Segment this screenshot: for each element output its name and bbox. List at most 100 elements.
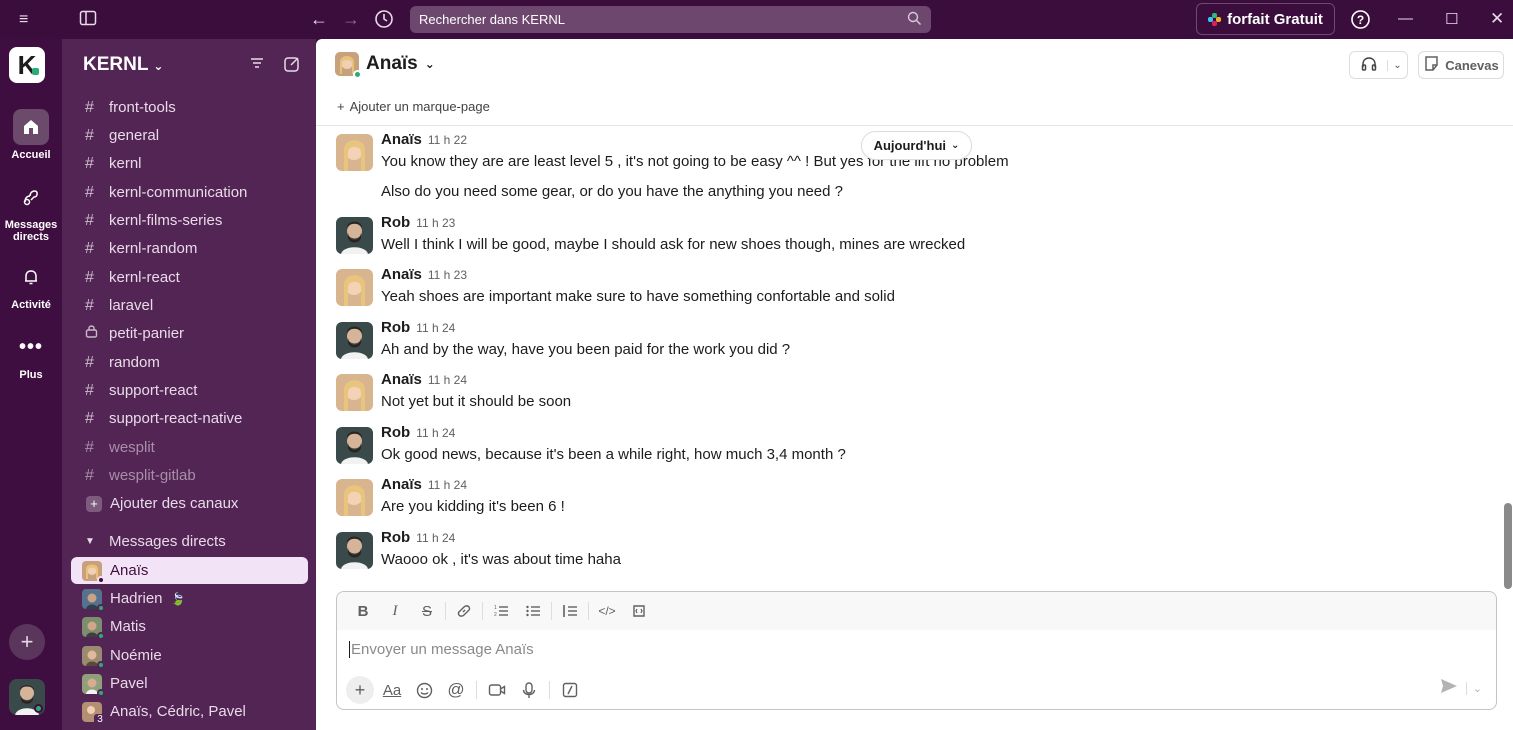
message-time[interactable]: 11 h 23 bbox=[416, 216, 455, 230]
channel-item[interactable]: # kernl bbox=[71, 150, 308, 177]
rail-item-dms[interactable]: Messages directs bbox=[0, 179, 62, 243]
toolbar-divider bbox=[549, 681, 550, 699]
slash-command-icon[interactable] bbox=[556, 676, 584, 704]
message-time[interactable]: 11 h 22 bbox=[428, 133, 467, 147]
message-time[interactable]: 11 h 24 bbox=[416, 426, 455, 440]
channel-item[interactable]: # support-react-native bbox=[71, 405, 308, 432]
video-icon[interactable] bbox=[483, 676, 511, 704]
channel-item[interactable]: # laravel bbox=[71, 292, 308, 319]
message-author[interactable]: Rob bbox=[381, 529, 410, 546]
channel-item[interactable]: # support-react bbox=[71, 377, 308, 404]
channel-item[interactable]: petit-panier bbox=[71, 320, 308, 347]
channel-item[interactable]: # wesplit-gitlab bbox=[71, 462, 308, 489]
home-icon bbox=[13, 109, 49, 145]
message-author[interactable]: Anaïs bbox=[381, 371, 422, 388]
attach-plus-icon[interactable]: + bbox=[346, 676, 374, 704]
message-author[interactable]: Rob bbox=[381, 424, 410, 441]
avatar-anais[interactable] bbox=[336, 134, 373, 171]
microphone-icon[interactable] bbox=[515, 676, 543, 704]
message-time[interactable]: 11 h 24 bbox=[416, 321, 455, 335]
huddle-dropdown-icon[interactable]: ⌄ bbox=[1387, 59, 1407, 71]
search-input[interactable]: Rechercher dans KERNL bbox=[410, 6, 931, 33]
add-workspace-button[interactable]: + bbox=[9, 624, 45, 660]
link-icon[interactable] bbox=[448, 597, 480, 625]
huddle-button[interactable]: ⌄ bbox=[1349, 51, 1408, 79]
rail-item-activity[interactable]: Activité bbox=[0, 259, 62, 311]
code-block-icon[interactable] bbox=[623, 597, 655, 625]
forward-arrow-icon[interactable]: → bbox=[342, 9, 360, 30]
hamburger-menu-icon[interactable]: ≡ bbox=[19, 11, 28, 29]
canvas-icon bbox=[1423, 55, 1440, 75]
avatar-rob[interactable] bbox=[336, 427, 373, 464]
filter-icon[interactable] bbox=[249, 55, 265, 78]
conversation-title-button[interactable]: Anaïs ⌄ bbox=[335, 52, 435, 79]
add-bookmark-button[interactable]: + Ajouter un marque-page bbox=[337, 99, 490, 114]
emoji-icon[interactable] bbox=[410, 676, 438, 704]
rail-item-home[interactable]: Accueil bbox=[0, 109, 62, 161]
workspace-name-button[interactable]: KERNL ⌄ bbox=[83, 54, 163, 76]
avatar-anais[interactable] bbox=[336, 269, 373, 306]
workspace-logo[interactable]: K bbox=[9, 47, 45, 83]
blockquote-icon[interactable] bbox=[554, 597, 586, 625]
channel-name: kernl-communication bbox=[109, 184, 248, 201]
user-avatar[interactable] bbox=[9, 679, 45, 715]
message-input[interactable]: Envoyer un message Anaïs bbox=[349, 641, 534, 658]
avatar-rob[interactable] bbox=[336, 217, 373, 254]
dm-item-pavel[interactable]: Pavel bbox=[71, 670, 308, 697]
scrollbar-thumb[interactable] bbox=[1504, 503, 1512, 589]
avatar-rob[interactable] bbox=[336, 532, 373, 569]
close-window-icon[interactable]: ✕ bbox=[1490, 9, 1504, 29]
dm-item-group[interactable]: 3 Anaïs, Cédric, Pavel bbox=[71, 698, 308, 726]
channel-item[interactable]: # wesplit bbox=[71, 434, 308, 461]
compose-icon[interactable] bbox=[283, 55, 301, 78]
dm-item-noemie[interactable]: Noémie bbox=[71, 642, 308, 669]
bullet-list-icon[interactable] bbox=[517, 597, 549, 625]
minimize-icon[interactable]: — bbox=[1398, 10, 1413, 27]
message-author[interactable]: Anaïs bbox=[381, 266, 422, 283]
sidebar-toggle-icon[interactable] bbox=[79, 9, 97, 27]
dm-item-hadrien[interactable]: Hadrien 🍃 bbox=[71, 585, 308, 612]
channel-item[interactable]: # kernl-random bbox=[71, 235, 308, 262]
hash-icon: # bbox=[85, 296, 94, 314]
ordered-list-icon[interactable]: 12 bbox=[485, 597, 517, 625]
italic-icon[interactable]: I bbox=[379, 597, 411, 625]
message-time[interactable]: 11 h 24 bbox=[428, 478, 467, 492]
dm-item-anais[interactable]: Anaïs bbox=[71, 557, 308, 584]
canvas-button[interactable]: Canevas bbox=[1418, 51, 1504, 79]
workspace-name: KERNL bbox=[83, 54, 149, 75]
schedule-dropdown-icon[interactable]: ⌄ bbox=[1465, 681, 1482, 695]
dm-section-header[interactable]: ▼ Messages directs bbox=[71, 528, 308, 555]
channel-item[interactable]: # kernl-react bbox=[71, 264, 308, 291]
channel-item[interactable]: # random bbox=[71, 349, 308, 376]
code-icon[interactable]: </> bbox=[591, 597, 623, 625]
message-time[interactable]: 11 h 24 bbox=[416, 531, 455, 545]
message-time[interactable]: 11 h 24 bbox=[428, 373, 467, 387]
channel-item[interactable]: # kernl-films-series bbox=[71, 207, 308, 234]
back-arrow-icon[interactable]: ← bbox=[310, 9, 328, 30]
bold-icon[interactable]: B bbox=[347, 597, 379, 625]
message-author[interactable]: Anaïs bbox=[381, 476, 422, 493]
strikethrough-icon[interactable]: S bbox=[411, 597, 443, 625]
message-text: Ah and by the way, have you been paid fo… bbox=[381, 341, 791, 358]
history-clock-icon[interactable] bbox=[374, 9, 394, 29]
dm-item-matis[interactable]: Matis bbox=[71, 613, 308, 640]
channel-item[interactable]: # front-tools bbox=[71, 94, 308, 121]
message-time[interactable]: 11 h 23 bbox=[428, 268, 467, 282]
message-author[interactable]: Rob bbox=[381, 319, 410, 336]
date-divider-button[interactable]: Aujourd'hui ⌄ bbox=[861, 131, 972, 160]
help-icon[interactable]: ? bbox=[1350, 9, 1371, 30]
mention-icon[interactable]: @ bbox=[442, 676, 470, 704]
message-author[interactable]: Anaïs bbox=[381, 131, 422, 148]
channel-item[interactable]: # general bbox=[71, 122, 308, 149]
channel-item[interactable]: # kernl-communication bbox=[71, 179, 308, 206]
text-format-icon[interactable]: Aa bbox=[378, 676, 406, 704]
add-channels-button[interactable]: + Ajouter des canaux bbox=[71, 490, 308, 517]
send-icon[interactable] bbox=[1440, 678, 1458, 698]
avatar-anais[interactable] bbox=[336, 479, 373, 516]
maximize-icon[interactable]: ☐ bbox=[1445, 10, 1458, 28]
rail-item-more[interactable]: ••• Plus bbox=[0, 329, 62, 382]
avatar-rob[interactable] bbox=[336, 322, 373, 359]
plan-button[interactable]: forfait Gratuit bbox=[1196, 3, 1335, 35]
avatar-anais[interactable] bbox=[336, 374, 373, 411]
message-author[interactable]: Rob bbox=[381, 214, 410, 231]
